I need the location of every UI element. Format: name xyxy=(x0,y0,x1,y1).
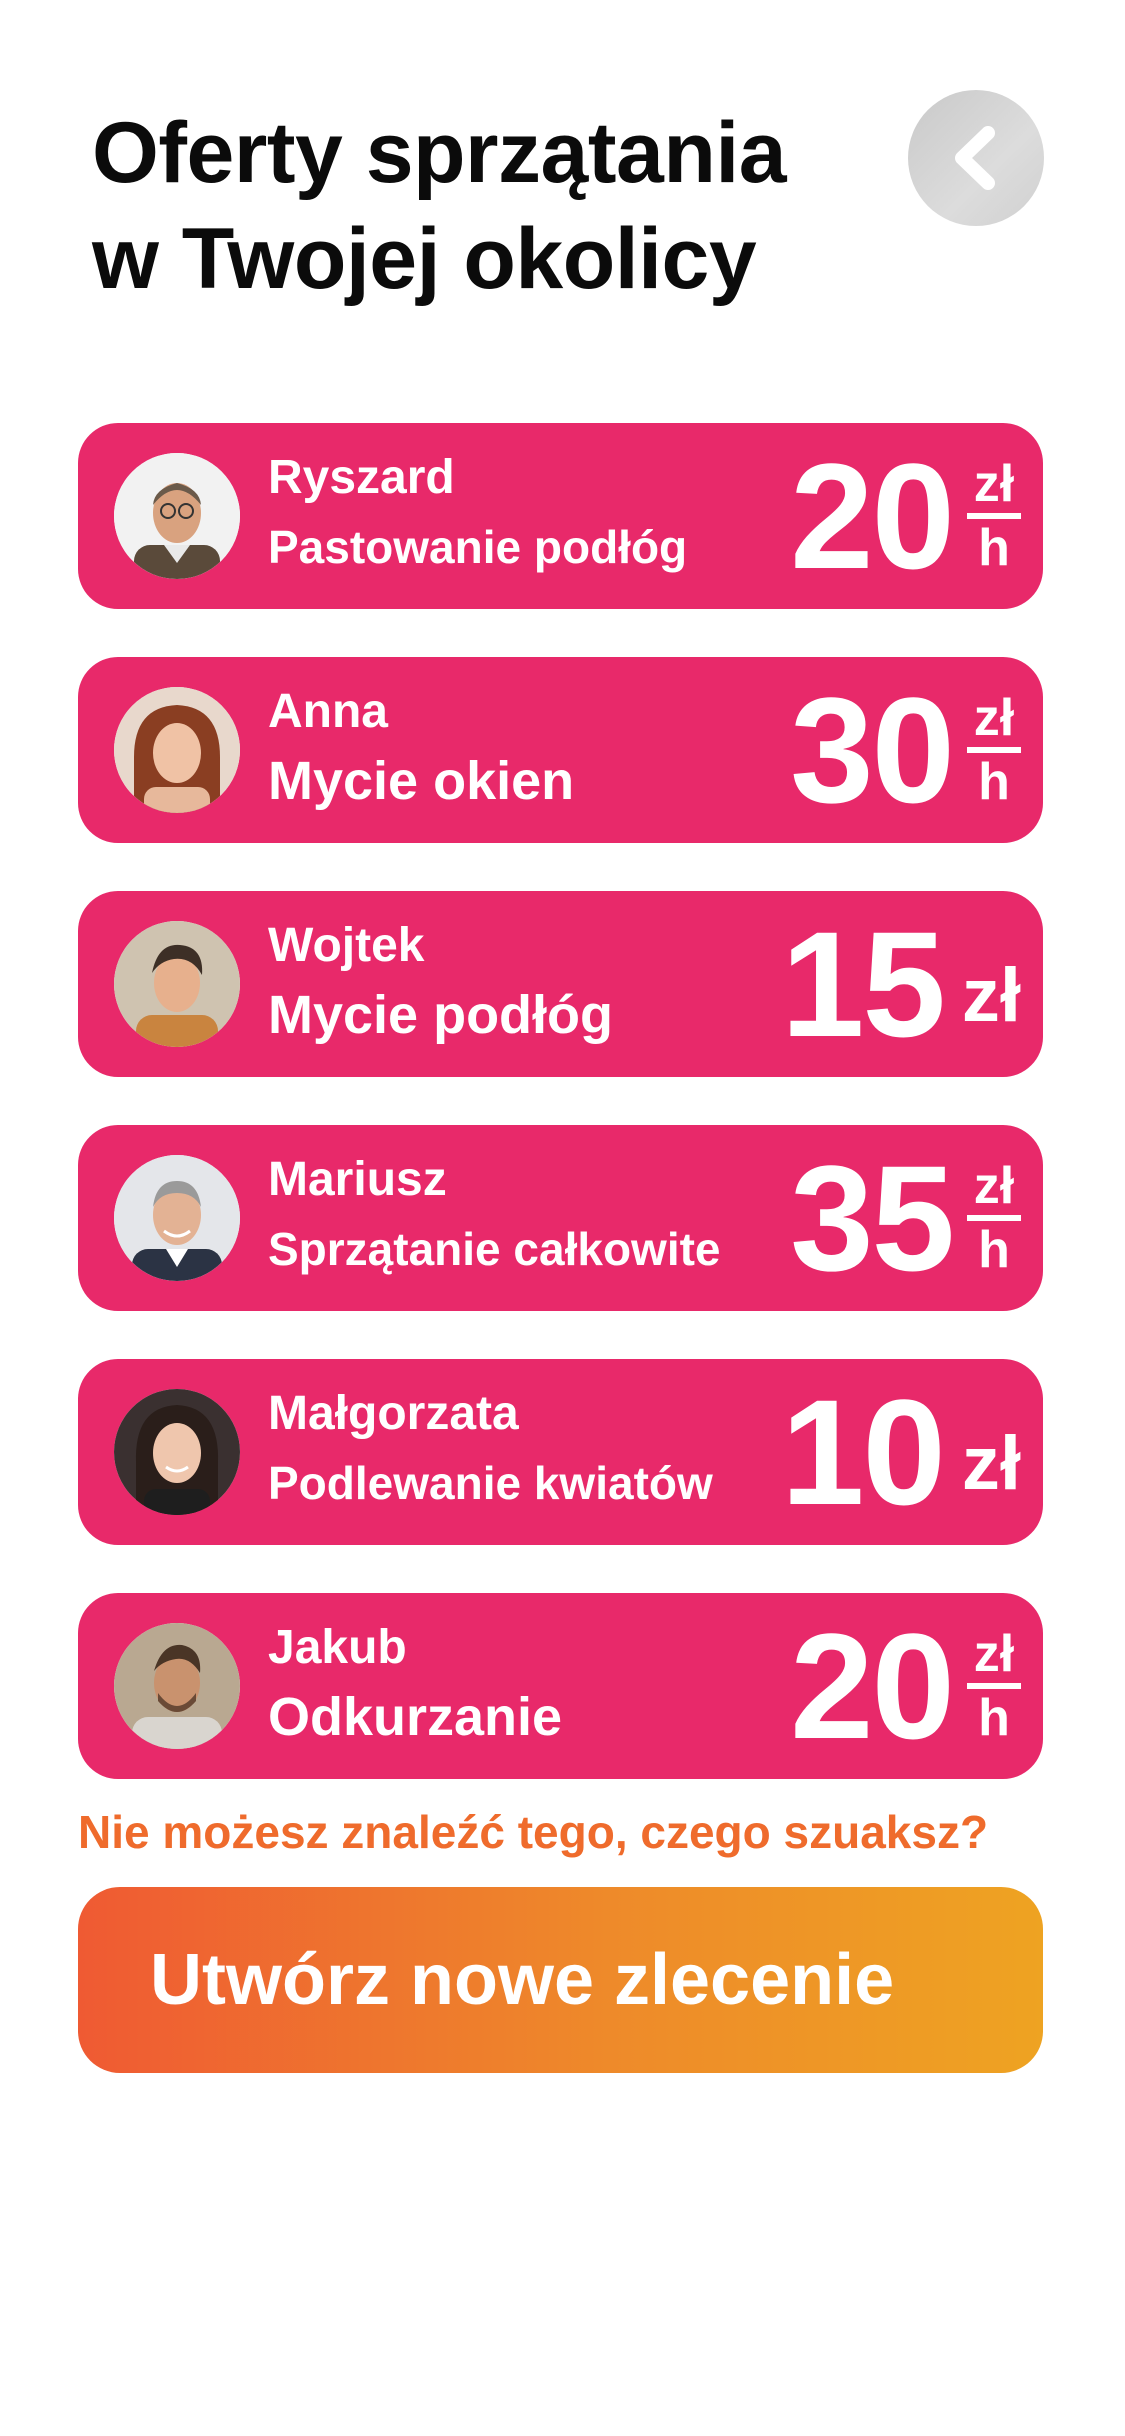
price-unit-currency: zł xyxy=(973,455,1015,513)
offer-name: Ryszard xyxy=(268,451,455,504)
offer-card[interactable]: Wojtek Mycie podłóg 15 zł xyxy=(78,891,1043,1077)
offer-service: Mycie podłóg xyxy=(268,985,614,1045)
price-amount: 10 xyxy=(781,1368,946,1536)
price-amount: 20 xyxy=(790,432,955,600)
page-title-line-1: Oferty sprzątania xyxy=(92,105,787,201)
page-title: Oferty sprzątania w Twojej okolicy xyxy=(92,100,872,312)
chevron-left-icon xyxy=(955,126,995,190)
offer-price: 15 zł xyxy=(781,891,1021,1077)
price-unit-hour: h xyxy=(978,1221,1010,1279)
avatar xyxy=(114,921,240,1047)
price-unit-currency: zł xyxy=(973,1625,1015,1683)
offer-service: Pastowanie podłóg xyxy=(268,521,688,573)
price-unit-per-hour: zł h xyxy=(967,1159,1021,1277)
offer-price: 20 zł h xyxy=(790,423,1021,609)
price-unit-per-hour: zł h xyxy=(967,457,1021,575)
price-unit-currency: zł xyxy=(973,1157,1015,1215)
price-unit-currency: zł xyxy=(973,689,1015,747)
avatar xyxy=(114,1155,240,1281)
offer-card[interactable]: Małgorzata Podlewanie kwiatów 10 zł xyxy=(78,1359,1043,1545)
offer-price: 30 zł h xyxy=(790,657,1021,843)
price-amount: 15 xyxy=(781,900,946,1068)
price-amount: 20 xyxy=(790,1602,955,1770)
offer-card[interactable]: Jakub Odkurzanie 20 zł h xyxy=(78,1593,1043,1779)
help-hint: Nie możesz znaleźć tego, czego szuaksz? xyxy=(78,1806,989,1858)
avatar xyxy=(114,453,240,579)
price-unit-hour: h xyxy=(978,1689,1010,1747)
price-unit-hour: h xyxy=(978,753,1010,811)
offer-service: Mycie okien xyxy=(268,751,575,811)
offer-service: Sprzątanie całkowite xyxy=(268,1223,721,1275)
offer-card[interactable]: Mariusz Sprzątanie całkowite 35 zł h xyxy=(78,1125,1043,1311)
create-new-order-button[interactable]: Utwórz nowe zlecenie xyxy=(78,1887,1043,2073)
offer-card[interactable]: Anna Mycie okien 30 zł h xyxy=(78,657,1043,843)
offer-card[interactable]: Ryszard Pastowanie podłóg 20 zł h xyxy=(78,423,1043,609)
price-unit-hour: h xyxy=(978,519,1010,577)
offer-service: Podlewanie kwiatów xyxy=(268,1457,713,1509)
page-title-line-2: w Twojej okolicy xyxy=(92,211,757,307)
offer-price: 10 zł xyxy=(781,1359,1021,1545)
offer-name: Anna xyxy=(268,685,388,738)
offer-service: Odkurzanie xyxy=(268,1687,563,1747)
offer-name: Mariusz xyxy=(268,1153,447,1206)
offer-price: 35 zł h xyxy=(790,1125,1021,1311)
price-unit-per-hour: zł h xyxy=(967,691,1021,809)
avatar xyxy=(114,1623,240,1749)
offer-name: Małgorzata xyxy=(268,1387,519,1440)
avatar xyxy=(114,687,240,813)
price-unit: zł xyxy=(961,952,1021,1038)
price-unit-per-hour: zł h xyxy=(967,1627,1021,1745)
offer-name: Jakub xyxy=(268,1621,407,1674)
price-amount: 30 xyxy=(790,666,955,834)
back-button[interactable] xyxy=(908,90,1044,226)
avatar xyxy=(114,1389,240,1515)
offer-price: 20 zł h xyxy=(790,1593,1021,1779)
price-amount: 35 xyxy=(790,1134,955,1302)
offer-name: Wojtek xyxy=(268,919,425,972)
offer-list: Ryszard Pastowanie podłóg 20 zł h Anna M… xyxy=(78,423,1043,1827)
price-unit: zł xyxy=(961,1420,1021,1506)
